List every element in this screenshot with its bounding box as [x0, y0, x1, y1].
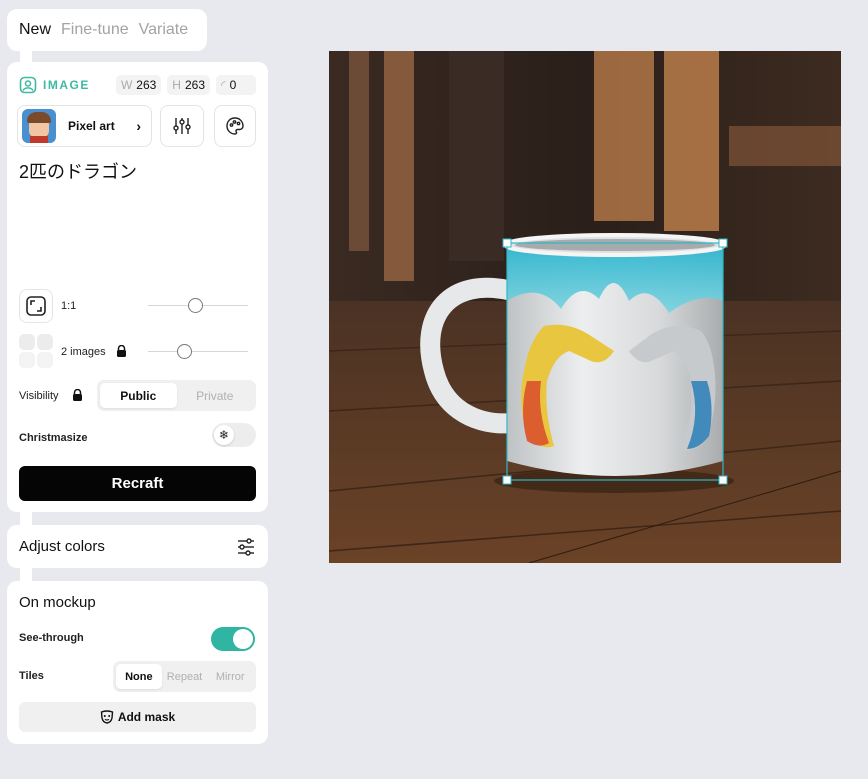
lock-icon	[72, 389, 83, 401]
tiles-label: Tiles	[19, 670, 44, 682]
mockup-image	[329, 51, 841, 563]
aspect-ratio-button[interactable]	[19, 289, 53, 323]
see-through-label: See-through	[19, 632, 84, 644]
visibility-public[interactable]: Public	[100, 383, 177, 408]
style-name: Pixel art	[68, 119, 115, 133]
recraft-button[interactable]: Recraft	[19, 466, 256, 501]
image-count-slider-knob[interactable]	[177, 344, 192, 359]
tab-variate[interactable]: Variate	[139, 21, 189, 39]
mode-tabs: New Fine-tune Variate	[7, 9, 207, 51]
adjust-sliders-icon[interactable]	[236, 537, 256, 557]
tiles-none[interactable]: None	[116, 664, 162, 689]
christmasize-label: Christmasize	[19, 432, 88, 444]
visibility-label: Visibility	[19, 390, 59, 402]
sliders-icon	[172, 116, 192, 136]
grid-icon	[19, 334, 53, 368]
palette-button[interactable]	[214, 105, 256, 147]
height-field[interactable]: H 263	[167, 75, 210, 95]
image-header: IMAGE W 263 H 263 ◜ 0	[19, 74, 256, 96]
prompt-text[interactable]: 2匹のドラゴン	[19, 158, 137, 184]
width-field[interactable]: W 263	[115, 75, 162, 95]
card-connector	[20, 512, 32, 526]
see-through-toggle[interactable]	[211, 627, 255, 651]
toggle-knob	[233, 629, 253, 649]
settings-card: IMAGE W 263 H 263 ◜ 0 Pixel art › 2匹のドラゴ…	[7, 62, 268, 512]
visibility-toggle: Public Private	[97, 380, 256, 411]
crop-frame-icon	[25, 295, 47, 317]
aspect-ratio-label: 1:1	[61, 300, 77, 312]
visibility-private[interactable]: Private	[177, 383, 254, 408]
height-key: H	[172, 78, 181, 92]
image-section-label: IMAGE	[43, 78, 90, 92]
lock-icon	[116, 345, 127, 357]
adjust-colors-card[interactable]: Adjust colors	[7, 525, 268, 568]
mask-icon	[100, 710, 114, 724]
tiles-mirror[interactable]: Mirror	[207, 664, 253, 689]
tab-new[interactable]: New	[19, 21, 51, 39]
palette-icon	[225, 116, 245, 136]
snowflake-icon: ❄	[214, 425, 234, 445]
image-count-slider-track[interactable]	[148, 351, 248, 352]
rotation-field[interactable]: ◜ 0	[216, 75, 256, 95]
style-thumbnail	[22, 109, 56, 143]
tiles-toggle: None Repeat Mirror	[113, 661, 256, 692]
width-value: 263	[136, 78, 157, 92]
mockup-card: On mockup See-through Tiles None Repeat …	[7, 581, 268, 744]
add-mask-label: Add mask	[117, 710, 176, 724]
mockup-canvas[interactable]	[329, 51, 841, 563]
tab-fine-tune[interactable]: Fine-tune	[61, 21, 129, 39]
style-selector[interactable]: Pixel art ›	[17, 105, 152, 147]
settings-sliders-button[interactable]	[160, 105, 204, 147]
width-key: W	[120, 78, 133, 92]
height-value: 263	[184, 78, 205, 92]
chevron-right-icon: ›	[136, 118, 141, 134]
image-icon	[19, 76, 37, 94]
tiles-repeat[interactable]: Repeat	[162, 664, 208, 689]
mockup-title: On mockup	[19, 594, 96, 611]
add-mask-button[interactable]: Add mask	[19, 702, 256, 732]
rotation-icon: ◜	[221, 78, 226, 92]
adjust-colors-label: Adjust colors	[19, 538, 105, 555]
card-connector	[20, 568, 32, 582]
christmasize-toggle[interactable]: ❄	[212, 423, 256, 447]
rotation-value: 0	[229, 78, 237, 92]
image-count-label: 2 images	[61, 346, 106, 358]
aspect-slider-knob[interactable]	[188, 298, 203, 313]
